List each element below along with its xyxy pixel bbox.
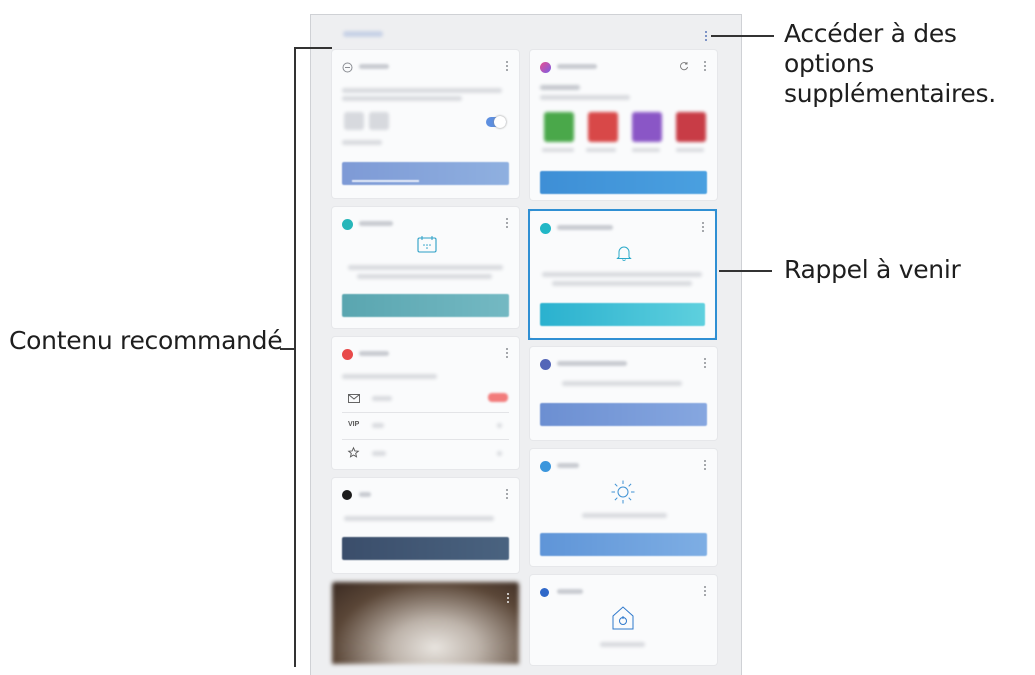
toggle-switch[interactable] [486,116,506,128]
home-icon [612,606,634,630]
card-action-button[interactable] [540,533,707,556]
photo-thumbnail[interactable] [332,582,519,664]
card-menu-icon[interactable] [704,358,707,370]
card-home[interactable] [530,575,717,665]
card-action-button[interactable] [342,162,509,185]
callout-line-reminder [719,270,772,272]
calendar-app-icon [342,219,353,230]
app-icon [342,62,353,73]
callout-more-options-line1: Accéder à des options [784,19,957,78]
callout-more-options: Accéder à des options supplémentaires. [784,19,1035,109]
card-weather[interactable] [530,449,717,566]
weather-app-icon [540,461,551,472]
card-action-button[interactable] [342,537,509,560]
callout-bracket-vertical [294,47,296,667]
card-action-button[interactable] [342,294,509,317]
callout-more-options-line2: supplémentaires. [784,79,996,108]
card-action-button[interactable] [540,171,707,194]
callout-recommended-content: Contenu recommandé [9,326,283,355]
more-options-kebab-icon[interactable] [705,31,708,43]
card-sync[interactable] [530,347,717,440]
email-app-icon [342,349,353,360]
refresh-icon[interactable] [679,61,689,71]
photo-menu-icon[interactable] [507,593,510,605]
card-menu-icon[interactable] [704,61,707,73]
star-icon [347,446,360,458]
callout-line-more-options [711,35,774,37]
clock-app-icon [342,490,352,500]
card-menu-icon[interactable] [506,61,509,73]
sync-app-icon [540,359,551,370]
card-settings[interactable] [332,50,519,198]
vip-label: VIP [348,421,360,428]
card-clock[interactable] [332,478,519,573]
card-menu-icon[interactable] [704,586,707,598]
card-email[interactable]: VIP [332,337,519,469]
mail-icon [348,394,360,403]
callout-bracket-top [294,47,332,49]
highlight-box [528,209,717,340]
panel-title-blurred [343,31,383,37]
app-icon [540,62,551,73]
card-menu-icon[interactable] [506,218,509,230]
card-menu-icon[interactable] [506,489,509,501]
card-calendar[interactable] [332,207,519,328]
calendar-icon [417,236,437,253]
home-app-icon [540,588,549,597]
card-menu-icon[interactable] [506,348,509,360]
card-apps[interactable] [530,50,717,200]
sun-icon [611,480,635,504]
card-menu-icon[interactable] [704,460,707,472]
callout-upcoming-reminder: Rappel à venir [784,255,961,284]
card-action-button[interactable] [540,403,707,426]
